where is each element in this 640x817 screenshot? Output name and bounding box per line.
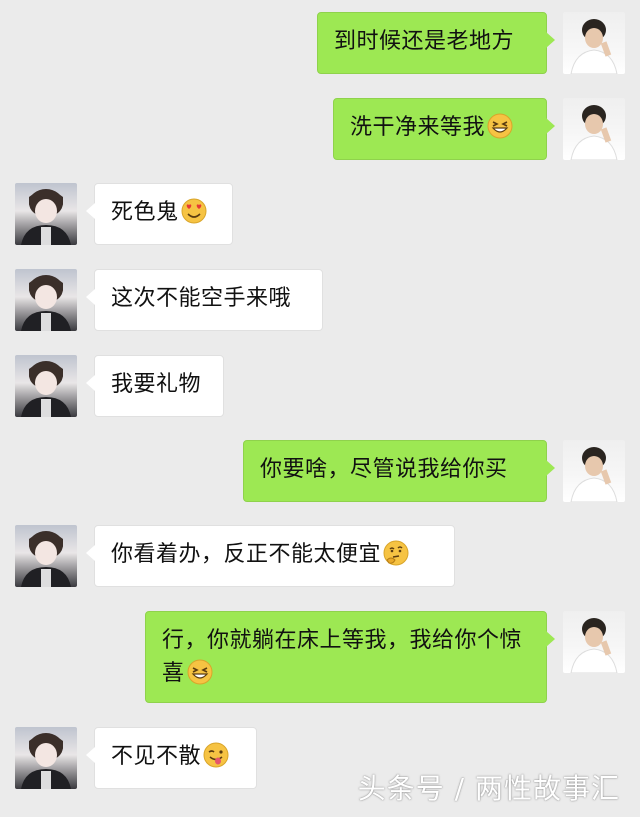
message-text: 我要礼物	[111, 372, 202, 397]
message-row: 洗干净来等我	[0, 98, 640, 160]
message-row: 死色鬼	[0, 183, 640, 245]
message-row: 这次不能空手来哦	[0, 269, 640, 331]
watermark: 头条号 / 两性故事汇	[357, 772, 620, 805]
message-text: 你看着办，反正不能太便宜	[111, 542, 382, 567]
my-avatar[interactable]	[563, 98, 625, 160]
message-row: 到时候还是老地方	[0, 12, 640, 74]
contact-avatar[interactable]	[15, 355, 77, 417]
thinking-emoji-icon	[383, 540, 409, 566]
message-text: 洗干净来等我	[350, 115, 486, 140]
message-text: 行，你就躺在床上等我，我给你个惊喜	[162, 628, 523, 686]
contact-avatar[interactable]	[15, 183, 77, 245]
message-bubble-received[interactable]: 不见不散	[86, 727, 257, 789]
message-bubble-received[interactable]: 死色鬼	[86, 183, 233, 245]
message-text: 这次不能空手来哦	[111, 286, 292, 311]
my-avatar[interactable]	[563, 611, 625, 673]
my-avatar[interactable]	[563, 440, 625, 502]
contact-avatar[interactable]	[15, 727, 77, 789]
message-text: 不见不散	[111, 744, 202, 769]
heart-eyes-emoji-icon	[181, 198, 207, 224]
message-bubble-sent[interactable]: 行，你就躺在床上等我，我给你个惊喜	[145, 611, 555, 703]
contact-avatar[interactable]	[15, 525, 77, 587]
message-row: 你要啥，尽管说我给你买	[0, 440, 640, 502]
grin-squint-emoji-icon	[187, 659, 213, 685]
grin-squint-emoji-icon	[487, 113, 513, 139]
message-bubble-sent[interactable]: 你要啥，尽管说我给你买	[243, 440, 555, 502]
message-row: 你看着办，反正不能太便宜	[0, 525, 640, 587]
contact-avatar[interactable]	[15, 269, 77, 331]
message-row: 我要礼物	[0, 355, 640, 417]
message-row: 行，你就躺在床上等我，我给你个惊喜	[0, 611, 640, 703]
message-text: 死色鬼	[111, 200, 179, 225]
message-bubble-received[interactable]: 这次不能空手来哦	[86, 269, 323, 331]
message-text: 到时候还是老地方	[334, 29, 515, 54]
wink-tongue-emoji-icon	[203, 742, 229, 768]
message-bubble-received[interactable]: 你看着办，反正不能太便宜	[86, 525, 455, 587]
message-bubble-sent[interactable]: 到时候还是老地方	[317, 12, 555, 74]
message-text: 你要啥，尽管说我给你买	[260, 457, 508, 482]
my-avatar[interactable]	[563, 12, 625, 74]
message-bubble-sent[interactable]: 洗干净来等我	[333, 98, 555, 160]
message-bubble-received[interactable]: 我要礼物	[86, 355, 224, 417]
